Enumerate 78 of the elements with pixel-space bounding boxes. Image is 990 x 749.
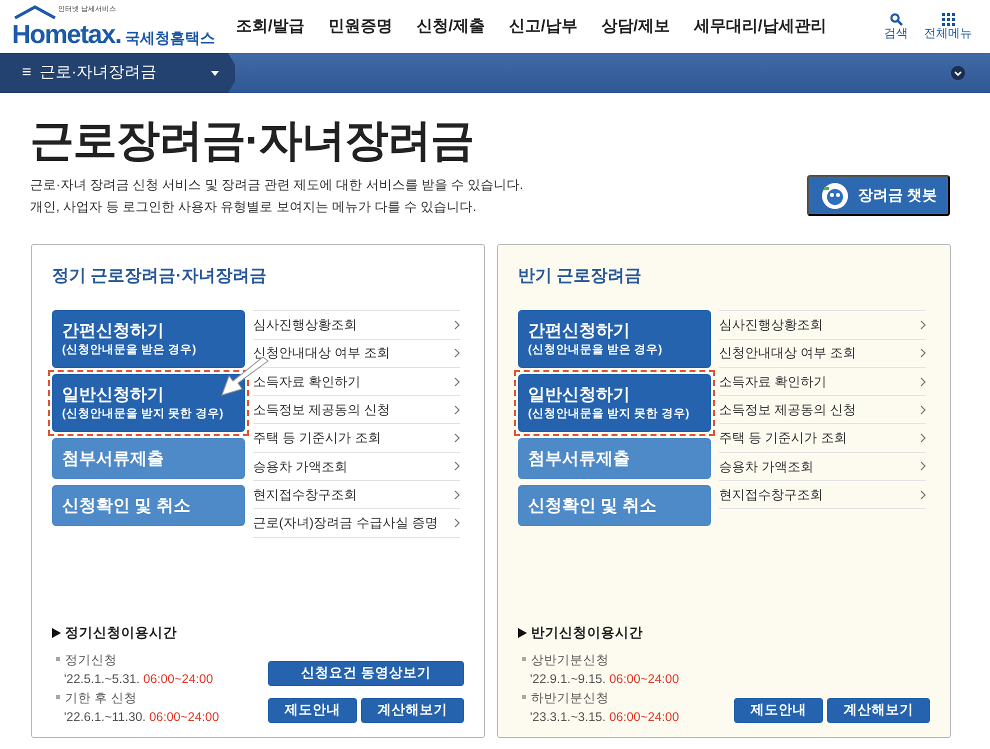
apply-button[interactable]: 신청확인 및 취소 [52,485,245,526]
chevron-right-icon [454,404,460,415]
menu-link[interactable]: 승용차 가액조회 [719,452,926,482]
menu-link[interactable]: 승용차 가액조회 [253,452,460,482]
menu-link[interactable]: 상담/제보 [601,14,670,38]
info-button[interactable]: 신청요건 동영상보기 [268,660,464,686]
menu-link[interactable]: 신청/제출 [416,14,485,38]
schedule-label: 상반기분신청 [531,652,609,669]
all-menu-button[interactable]: 전체메뉴 [924,12,972,40]
description-text: 개인, 사업자 등 로그인한 사용자 유형별로 보여지는 메뉴가 다를 수 있습니다. [30,198,478,216]
apply-button[interactable]: 첨부서류제출 [518,438,711,480]
apply-button[interactable]: 일반신청하기 (신청안내문을 받지 못한 경우) [52,374,245,432]
search-icon [890,12,902,26]
chevron-right-icon [920,404,926,415]
menu-link[interactable]: 민원증명 [328,14,392,38]
chevron-right-icon [920,490,926,500]
schedule-time: '22.5.1.~5.31. 06:00~24:00 [64,670,214,688]
info-button[interactable]: 계산해보기 [361,698,464,723]
chevron-right-icon [454,518,460,528]
description-text: 근로·자녀 장려금 신청 서비스 및 장려금 관련 제도에 대한 서비스를 받을 수 있습니다. [30,176,524,194]
chevron-right-icon [920,433,926,444]
panel-title: 반기 근로장려금 [518,264,643,287]
schedule-time: '23.3.1.~3.15. 06:00~24:00 [530,708,680,726]
chevron-right-icon [454,490,460,500]
menu-link[interactable]: 세무대리/납세관리 [694,14,826,38]
bullet-icon [56,656,60,661]
menu-link[interactable]: 소득정보 제공동의 신청 [719,396,926,424]
apply-button[interactable]: 일반신청하기 (신청안내문을 받지 못한 경우) [518,374,711,432]
grid-icon [942,12,954,26]
menu-icon[interactable]: ≡ [22,61,32,85]
chevron-right-icon [920,376,926,387]
menu-link[interactable]: 현지접수창구조회 [719,481,926,510]
info-button[interactable]: 계산해보기 [827,698,930,723]
bullet-icon [522,694,526,699]
schedule-label: 기한 후 신청 [65,690,137,707]
schedule-time: '22.9.1.~9.15. 06:00~24:00 [530,670,680,688]
chatbot-button[interactable]: 장려금 챗봇 [807,175,950,216]
chevron-right-icon [454,320,460,330]
menu-link[interactable]: 신고/납부 [508,14,578,38]
menu-link[interactable]: 조회/발급 [236,14,304,38]
chevron-right-icon [454,376,460,387]
search-button[interactable]: 검색 [884,12,908,40]
schedule-label: 하반기분신청 [531,690,609,707]
menu-link[interactable]: 심사진행상황조회 [253,311,460,340]
bullet-icon [56,694,60,699]
schedule-time: '22.6.1.~11.30. 06:00~24:00 [64,708,220,726]
menu-link[interactable]: 현지접수창구조회 [253,481,460,510]
apply-button[interactable]: 신청확인 및 취소 [518,485,711,526]
chevron-down-icon[interactable] [950,65,966,81]
triangle-icon [52,628,61,638]
info-button[interactable]: 제도안내 [268,698,357,723]
section-dropdown[interactable]: 근로·자녀장려금 [39,61,220,85]
schedule-heading: 정기신청이용시간 [65,624,177,642]
apply-button[interactable]: 간편신청하기 (신청안내문을 받은 경우) [518,310,711,368]
chevron-right-icon [920,348,926,358]
caret-icon [211,70,220,76]
bullet-icon [522,656,526,661]
schedule-heading: 반기신청이용시간 [531,624,643,642]
schedule-label: 정기신청 [65,652,117,669]
chevron-right-icon [920,320,926,330]
triangle-icon [518,628,527,638]
chevron-right-icon [920,461,926,472]
menu-link[interactable]: 근로(자녀)장려금 수급사실 증명 [253,509,460,538]
info-button[interactable]: 제도안내 [734,698,823,723]
menu-link[interactable]: 주택 등 기준시가 조회 [253,424,460,453]
menu-link[interactable]: 신청안내대상 여부 조회 [719,340,926,368]
menu-link[interactable]: 주택 등 기준시가 조회 [719,424,926,453]
apply-button[interactable]: 간편신청하기 (신청안내문을 받은 경우) [52,310,245,368]
menu-link[interactable]: 심사진행상황조회 [719,311,926,340]
page-title: 근로장려금·자녀장려금 [30,115,475,167]
apply-button[interactable]: 첨부서류제출 [52,438,245,480]
chevron-right-icon [454,433,460,444]
chevron-right-icon [454,461,460,472]
chevron-right-icon [454,348,460,358]
panel-title: 정기 근로장려금·자녀장려금 [52,264,268,287]
menu-link[interactable]: 소득정보 제공동의 신청 [253,396,460,424]
menu-link[interactable]: 소득자료 확인하기 [719,368,926,396]
robot-icon [820,182,850,210]
